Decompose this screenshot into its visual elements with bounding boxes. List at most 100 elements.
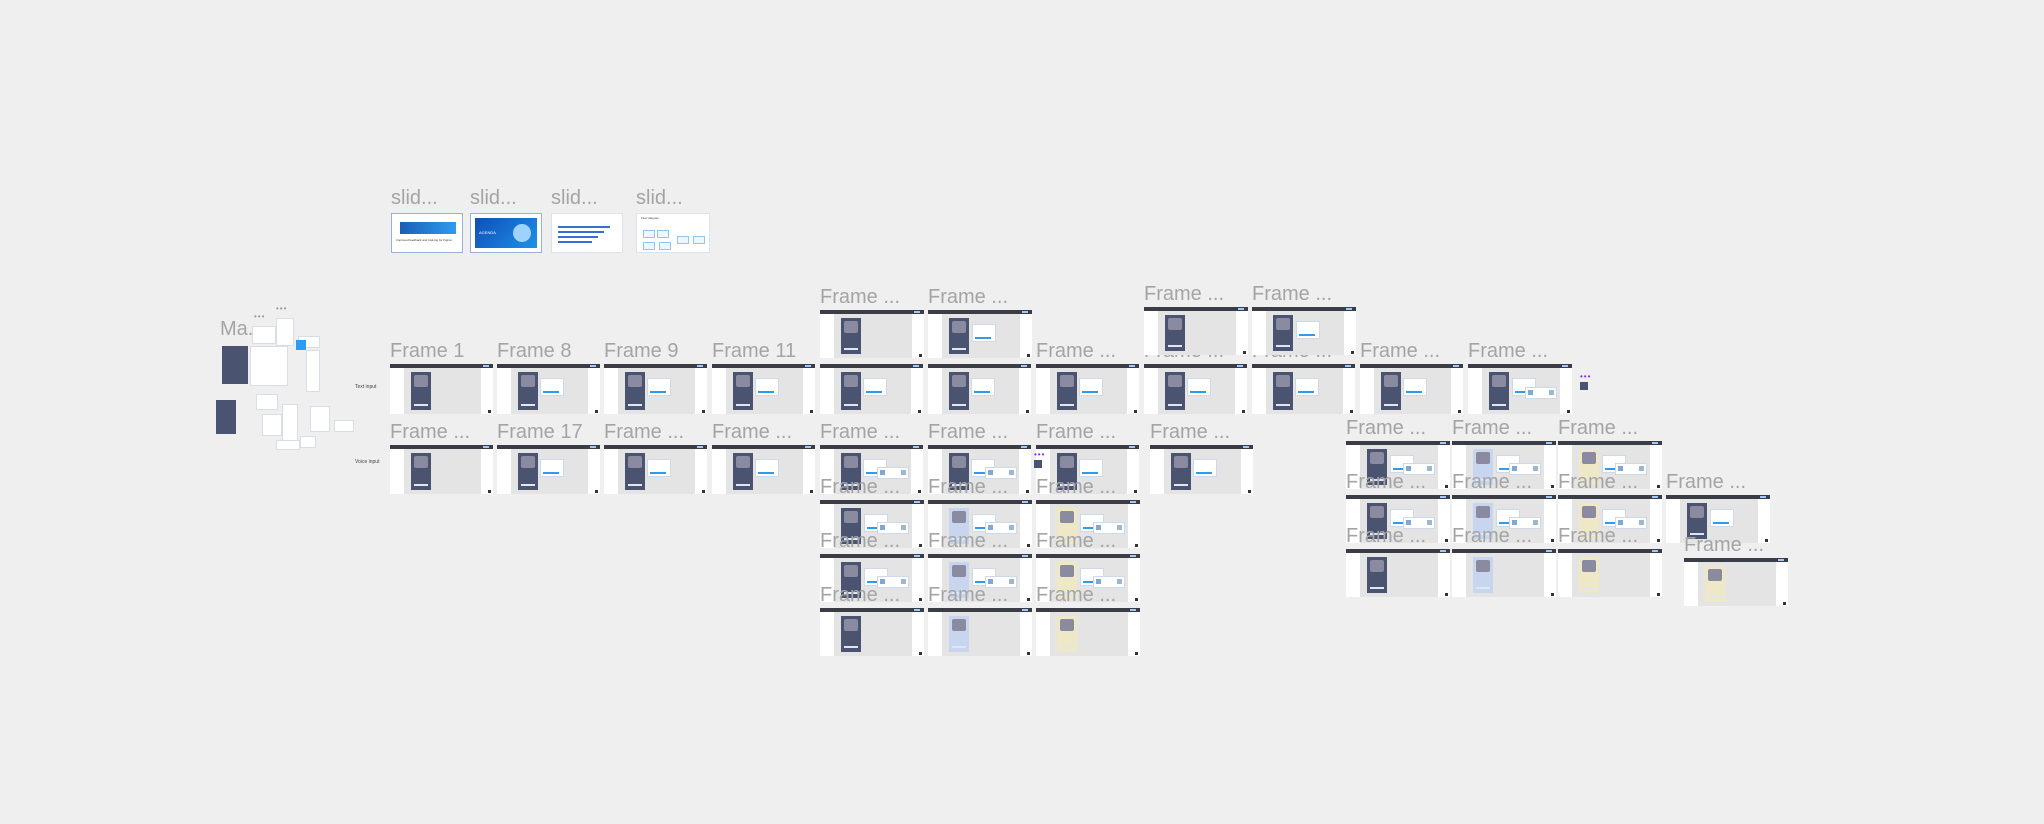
overview-thumbnail[interactable]	[216, 400, 236, 434]
frame-label[interactable]: Frame ...	[1036, 421, 1116, 444]
frame-left-panel	[928, 612, 942, 656]
frame[interactable]: Frame ...	[1036, 340, 1139, 414]
frame-label[interactable]: Frame ...	[1346, 417, 1426, 440]
selection-handle-icon[interactable]: •••	[1034, 450, 1045, 459]
overview-thumbnail[interactable]	[306, 350, 320, 392]
frame[interactable]: Frame ...	[712, 421, 815, 494]
frame-label[interactable]: Frame ...	[1360, 340, 1440, 363]
component-icon[interactable]	[1034, 460, 1042, 468]
overview-thumbnail[interactable]	[252, 326, 276, 344]
frame[interactable]: Frame ...	[604, 421, 707, 494]
popup-panel	[647, 459, 671, 477]
frame-label[interactable]: Frame ...	[1036, 476, 1116, 499]
frame[interactable]: Frame ...	[390, 421, 493, 494]
frame-topbar	[820, 310, 924, 314]
phone-mockup	[1171, 453, 1191, 490]
frame[interactable]: Frame 11	[712, 340, 815, 414]
overview-thumbnail[interactable]	[296, 340, 306, 350]
slide-label[interactable]: slid...	[470, 187, 517, 210]
frame-label[interactable]: Frame ...	[820, 421, 900, 444]
frame-label[interactable]: Frame ...	[928, 421, 1008, 444]
frame[interactable]: Frame 1	[390, 340, 493, 414]
frame-label[interactable]: Frame ...	[928, 584, 1008, 607]
component-icon[interactable]	[1580, 382, 1588, 390]
slide-frame[interactable]: slid...	[551, 187, 623, 253]
frame[interactable]: Frame 17	[497, 421, 600, 494]
frame-label[interactable]: Frame ...	[1036, 530, 1116, 553]
frame[interactable]: Frame ...	[1144, 340, 1247, 414]
frame[interactable]: Frame ...	[1684, 534, 1788, 606]
frame-label[interactable]: Frame ...	[820, 286, 900, 309]
overview-thumbnail[interactable]	[334, 420, 354, 432]
frame[interactable]: Frame ...	[928, 340, 1031, 414]
slide-frame[interactable]: slid... Improved feedback and training fo…	[391, 187, 463, 253]
frame-label[interactable]: Frame ...	[1150, 421, 1230, 444]
frame-label[interactable]: Frame ...	[820, 530, 900, 553]
frame-label[interactable]: Frame ...	[1666, 471, 1746, 494]
frame[interactable]: Frame ...	[820, 340, 923, 414]
frame-label[interactable]: Frame ...	[1684, 534, 1764, 557]
frame[interactable]: Frame ...	[1452, 525, 1556, 597]
frame[interactable]: Frame ...	[1252, 283, 1356, 355]
more-icon[interactable]: •••	[254, 312, 265, 321]
slide-frame[interactable]: slid... Flow diagram	[636, 187, 710, 253]
frame-label[interactable]: Frame ...	[604, 421, 684, 444]
frame-label[interactable]: Frame ...	[1036, 584, 1116, 607]
frame-label[interactable]: Frame ...	[712, 421, 792, 444]
frame[interactable]: Frame ...	[1360, 340, 1463, 414]
frame-label[interactable]: Frame ...	[1036, 340, 1116, 363]
overview-thumbnail[interactable]	[300, 436, 316, 448]
slide-label[interactable]: slid...	[551, 187, 598, 210]
frame-label[interactable]: Frame ...	[820, 584, 900, 607]
overview-thumbnail[interactable]	[310, 406, 330, 432]
frame[interactable]: Frame ...	[1036, 584, 1140, 656]
frame-label[interactable]: Frame ...	[390, 421, 470, 444]
frame-label[interactable]: Frame ...	[928, 286, 1008, 309]
frame[interactable]: Frame ...	[820, 286, 924, 358]
frame-label[interactable]: Frame 8	[497, 340, 571, 363]
frame[interactable]: Frame ...	[1150, 421, 1253, 494]
overview-thumbnail[interactable]	[250, 346, 288, 386]
frame-label[interactable]: Frame ...	[928, 530, 1008, 553]
frame-label[interactable]: Frame ...	[1452, 525, 1532, 548]
frame[interactable]: Frame ...	[928, 286, 1032, 358]
frame-label[interactable]: Frame ...	[1346, 471, 1426, 494]
figma-canvas[interactable]: slid... Improved feedback and training fo…	[0, 0, 2044, 824]
frame[interactable]: Frame ...	[1252, 340, 1355, 414]
frame-label[interactable]: Frame 17	[497, 421, 583, 444]
frame-corner-marker	[918, 490, 921, 493]
frame[interactable]: Frame ...	[820, 584, 924, 656]
frame-label[interactable]: Frame ...	[1346, 525, 1426, 548]
overview-thumbnail[interactable]	[276, 440, 300, 450]
overview-thumbnail[interactable]	[262, 414, 282, 436]
frame-label[interactable]: Frame ...	[1452, 417, 1532, 440]
frame-label[interactable]: Frame ...	[1144, 283, 1224, 306]
frame[interactable]: Frame 8	[497, 340, 600, 414]
frame[interactable]: Frame 9	[604, 340, 707, 414]
overview-thumbnail[interactable]	[256, 394, 278, 410]
frame-label[interactable]: Frame ...	[1452, 471, 1532, 494]
frame-label[interactable]: Frame ...	[1558, 417, 1638, 440]
frame-label[interactable]: Frame 1	[390, 340, 464, 363]
frame-label[interactable]: Frame ...	[1468, 340, 1548, 363]
more-icon[interactable]: •••	[276, 304, 287, 313]
frame-label[interactable]: Frame ...	[1558, 471, 1638, 494]
overview-thumbnail[interactable]	[276, 318, 294, 346]
selection-handle-icon[interactable]: •••	[1580, 372, 1591, 381]
overview-thumbnail[interactable]	[222, 346, 248, 384]
frame[interactable]: Frame ...	[928, 584, 1032, 656]
slide-label[interactable]: slid...	[391, 187, 438, 210]
frame-label[interactable]: Frame 9	[604, 340, 678, 363]
frame[interactable]: Frame ...	[1468, 340, 1572, 414]
frame-label[interactable]: Frame ...	[1558, 525, 1638, 548]
slide-frame[interactable]: slid... AGENDA	[470, 187, 542, 253]
frame-label[interactable]: Frame ...	[928, 476, 1008, 499]
frame-label[interactable]: Frame ...	[1252, 283, 1332, 306]
overview-thumbnail[interactable]	[282, 404, 298, 442]
frame[interactable]: Frame ...	[1346, 525, 1450, 597]
frame-label[interactable]: Frame 11	[712, 340, 796, 363]
frame[interactable]: Frame ...	[1144, 283, 1248, 355]
frame-label[interactable]: Frame ...	[820, 476, 900, 499]
frame[interactable]: Frame ...	[1558, 525, 1662, 597]
slide-label[interactable]: slid...	[636, 187, 683, 210]
